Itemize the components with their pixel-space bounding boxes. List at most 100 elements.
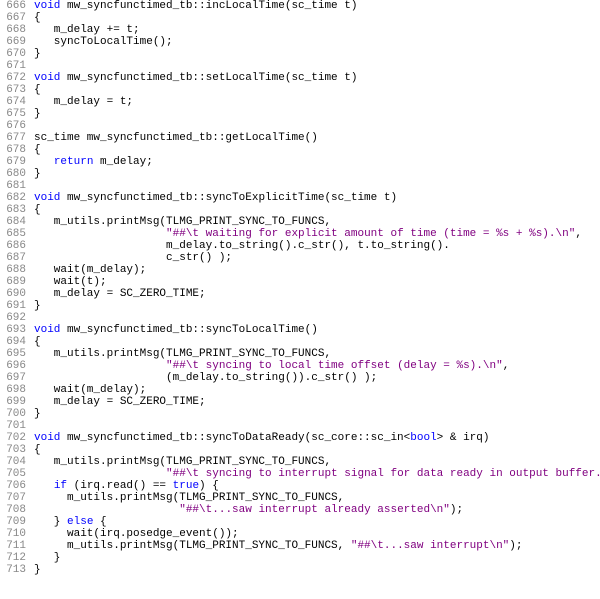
line-number: 696 — [0, 360, 26, 372]
text-token: { — [34, 336, 41, 348]
code-line: m_utils.printMsg(TLMG_PRINT_SYNC_TO_FUNC… — [34, 348, 600, 360]
text-token: { — [93, 516, 106, 528]
line-number: 667 — [0, 12, 26, 24]
line-number: 697 — [0, 372, 26, 384]
code-line: m_delay = SC_ZERO_TIME; — [34, 396, 600, 408]
text-token: ) { — [199, 480, 219, 492]
code-line: m_delay = SC_ZERO_TIME; — [34, 288, 600, 300]
line-number: 708 — [0, 504, 26, 516]
code-area[interactable]: void mw_syncfunctimed_tb::incLocalTime(s… — [30, 0, 600, 576]
line-number: 670 — [0, 48, 26, 60]
text-token: > & irq) — [437, 432, 490, 444]
keyword-token: void — [34, 324, 60, 336]
line-number: 712 — [0, 552, 26, 564]
code-line: { — [34, 12, 600, 24]
line-number: 710 — [0, 528, 26, 540]
line-number: 669 — [0, 36, 26, 48]
text-token: ); — [450, 504, 463, 516]
code-line: } else { — [34, 516, 600, 528]
text-token — [34, 156, 54, 168]
line-number: 678 — [0, 144, 26, 156]
text-token: } — [34, 564, 41, 576]
text-token: mw_syncfunctimed_tb::syncToDataReady(sc_… — [60, 432, 410, 444]
code-line: void mw_syncfunctimed_tb::syncToExplicit… — [34, 192, 600, 204]
text-token: c_str() ); — [34, 252, 232, 264]
text-token: m_utils.printMsg(TLMG_PRINT_SYNC_TO_FUNC… — [34, 492, 344, 504]
text-token: , — [575, 228, 582, 240]
line-number: 682 — [0, 192, 26, 204]
line-number: 693 — [0, 324, 26, 336]
text-token: sc_time mw_syncfunctimed_tb::getLocalTim… — [34, 132, 318, 144]
code-line: } — [34, 48, 600, 60]
code-line: sc_time mw_syncfunctimed_tb::getLocalTim… — [34, 132, 600, 144]
code-line: return m_delay; — [34, 156, 600, 168]
text-token: } — [34, 48, 41, 60]
text-token: m_utils.printMsg(TLMG_PRINT_SYNC_TO_FUNC… — [34, 456, 331, 468]
line-number: 705 — [0, 468, 26, 480]
line-number: 694 — [0, 336, 26, 348]
text-token — [34, 504, 179, 516]
code-line: m_utils.printMsg(TLMG_PRINT_SYNC_TO_FUNC… — [34, 492, 600, 504]
text-token: mw_syncfunctimed_tb::syncToExplicitTime(… — [60, 192, 397, 204]
code-line: } — [34, 300, 600, 312]
text-token: wait(m_delay); — [34, 384, 146, 396]
bool-token: true — [173, 480, 199, 492]
text-token: wait(irq.posedge_event()); — [34, 528, 239, 540]
line-number: 684 — [0, 216, 26, 228]
code-line — [34, 312, 600, 324]
text-token: syncToLocalTime(); — [34, 36, 173, 48]
code-line: void mw_syncfunctimed_tb::incLocalTime(s… — [34, 0, 600, 12]
text-token: } — [34, 552, 60, 564]
text-token: ); — [509, 540, 522, 552]
text-token: mw_syncfunctimed_tb::syncToLocalTime() — [60, 324, 317, 336]
line-number: 676 — [0, 120, 26, 132]
code-line: void mw_syncfunctimed_tb::setLocalTime(s… — [34, 72, 600, 84]
text-token: { — [34, 84, 41, 96]
string-token: "##\t...saw interrupt\n" — [351, 540, 509, 552]
line-number: 703 — [0, 444, 26, 456]
line-number: 685 — [0, 228, 26, 240]
text-token: mw_syncfunctimed_tb::incLocalTime(sc_tim… — [60, 0, 357, 12]
text-token: { — [34, 204, 41, 216]
line-number: 700 — [0, 408, 26, 420]
code-line: wait(t); — [34, 276, 600, 288]
code-line: } — [34, 108, 600, 120]
code-line: m_delay.to_string().c_str(), t.to_string… — [34, 240, 600, 252]
line-number: 709 — [0, 516, 26, 528]
line-number: 713 — [0, 564, 26, 576]
text-token: } — [34, 516, 67, 528]
keyword-token: void — [34, 0, 60, 12]
code-line: { — [34, 84, 600, 96]
line-number: 681 — [0, 180, 26, 192]
line-number: 671 — [0, 60, 26, 72]
text-token: m_utils.printMsg(TLMG_PRINT_SYNC_TO_FUNC… — [34, 348, 331, 360]
line-number: 706 — [0, 480, 26, 492]
text-token: m_delay.to_string().c_str(), t.to_string… — [34, 240, 450, 252]
code-line: { — [34, 336, 600, 348]
text-token: } — [34, 408, 41, 420]
text-token: m_delay += t; — [34, 24, 140, 36]
code-line: } — [34, 552, 600, 564]
code-line: { — [34, 204, 600, 216]
text-token: wait(t); — [34, 276, 107, 288]
code-line: wait(m_delay); — [34, 384, 600, 396]
line-number: 701 — [0, 420, 26, 432]
code-line: } — [34, 564, 600, 576]
line-number: 698 — [0, 384, 26, 396]
text-token: { — [34, 144, 41, 156]
text-token: { — [34, 12, 41, 24]
text-token: (m_delay.to_string()).c_str() ); — [34, 372, 377, 384]
text-token: m_delay; — [93, 156, 152, 168]
line-number: 711 — [0, 540, 26, 552]
code-line: void mw_syncfunctimed_tb::syncToLocalTim… — [34, 324, 600, 336]
code-line: m_utils.printMsg(TLMG_PRINT_SYNC_TO_FUNC… — [34, 456, 600, 468]
bool-token: bool — [410, 432, 436, 444]
code-line — [34, 420, 600, 432]
text-token: mw_syncfunctimed_tb::setLocalTime(sc_tim… — [60, 72, 357, 84]
code-line: wait(m_delay); — [34, 264, 600, 276]
code-line: c_str() ); — [34, 252, 600, 264]
code-line: { — [34, 144, 600, 156]
code-line: } — [34, 168, 600, 180]
code-line: m_delay = t; — [34, 96, 600, 108]
line-number: 689 — [0, 276, 26, 288]
